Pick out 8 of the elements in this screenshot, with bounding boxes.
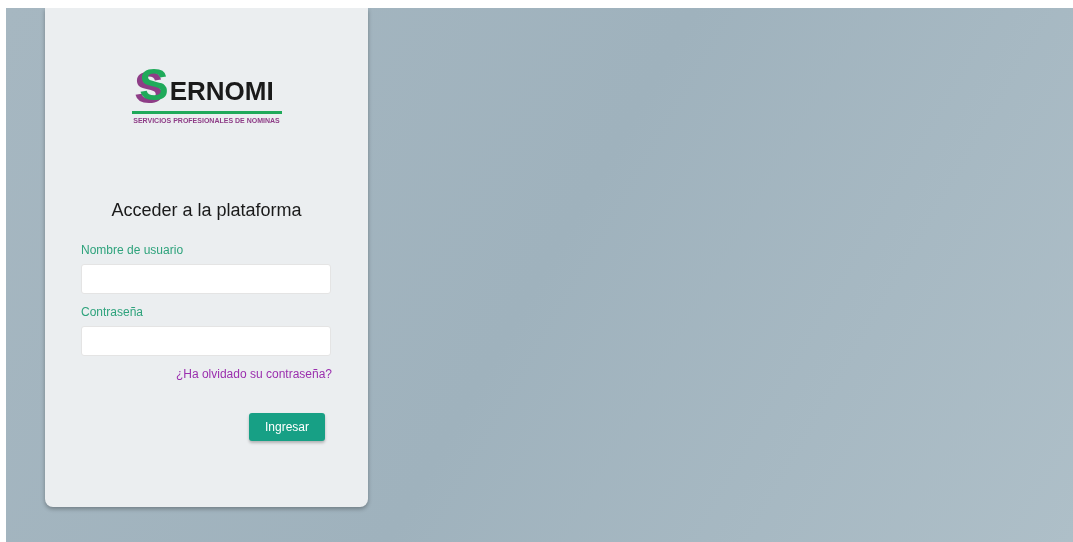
login-button[interactable]: Ingresar [249,413,325,441]
logo-wordmark: SERNOMI [139,63,274,107]
forgot-password-link[interactable]: ¿Ha olvidado su contraseña? [175,367,332,381]
password-field[interactable] [81,326,331,356]
field-label: Contraseña [81,305,145,319]
username-field[interactable] [81,264,331,294]
login-title: Acceder a la plataforma [110,200,303,221]
field-label: Nombre de usuario [81,243,185,257]
